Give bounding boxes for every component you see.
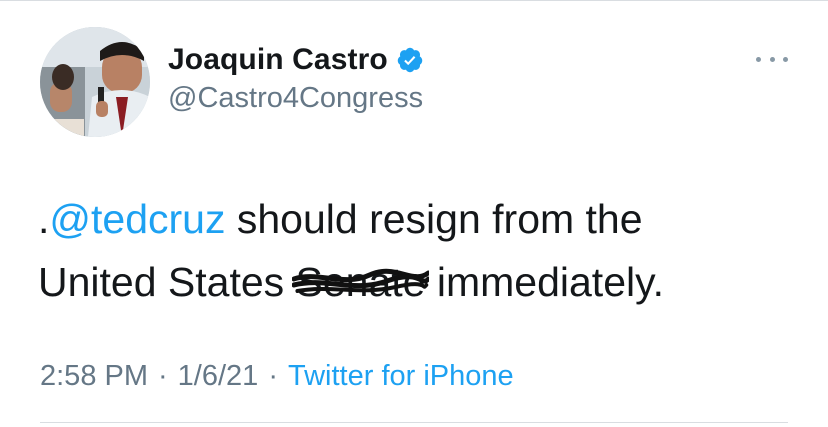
struck-word-text: Senate [295,259,426,305]
meta-separator: · [158,359,168,392]
display-name[interactable]: Joaquin Castro [168,43,388,77]
divider [40,422,788,423]
tweet-text: .@tedcruz should resign from the United S… [38,188,798,314]
tweet-text-part3: immediately. [425,259,664,305]
name-row: Joaquin Castro [168,42,424,78]
source-link[interactable]: Twitter for iPhone [288,360,514,393]
profile-photo-icon [40,27,150,137]
tweet-card: Joaquin Castro @Castro4Congress .@tedcru… [0,0,828,427]
more-horizontal-icon[interactable] [756,52,788,66]
verified-badge-icon [396,46,424,74]
mention-link[interactable]: @tedcruz [49,196,225,242]
struck-word: Senate [291,251,430,314]
divider [0,0,828,1]
avatar[interactable] [40,27,150,137]
tweet-text-part1: should resign from the [225,196,643,242]
tweet-meta: 2:58 PM · 1/6/21 · Twitter for iPhone [40,356,514,396]
meta-separator: · [268,359,278,392]
tweet-time[interactable]: 2:58 PM [40,360,148,393]
tweet-date[interactable]: 1/6/21 [178,360,259,393]
tweet-text-part2: United States [38,259,296,305]
tweet-prefix: . [38,196,50,242]
user-handle[interactable]: @Castro4Congress [168,82,423,115]
